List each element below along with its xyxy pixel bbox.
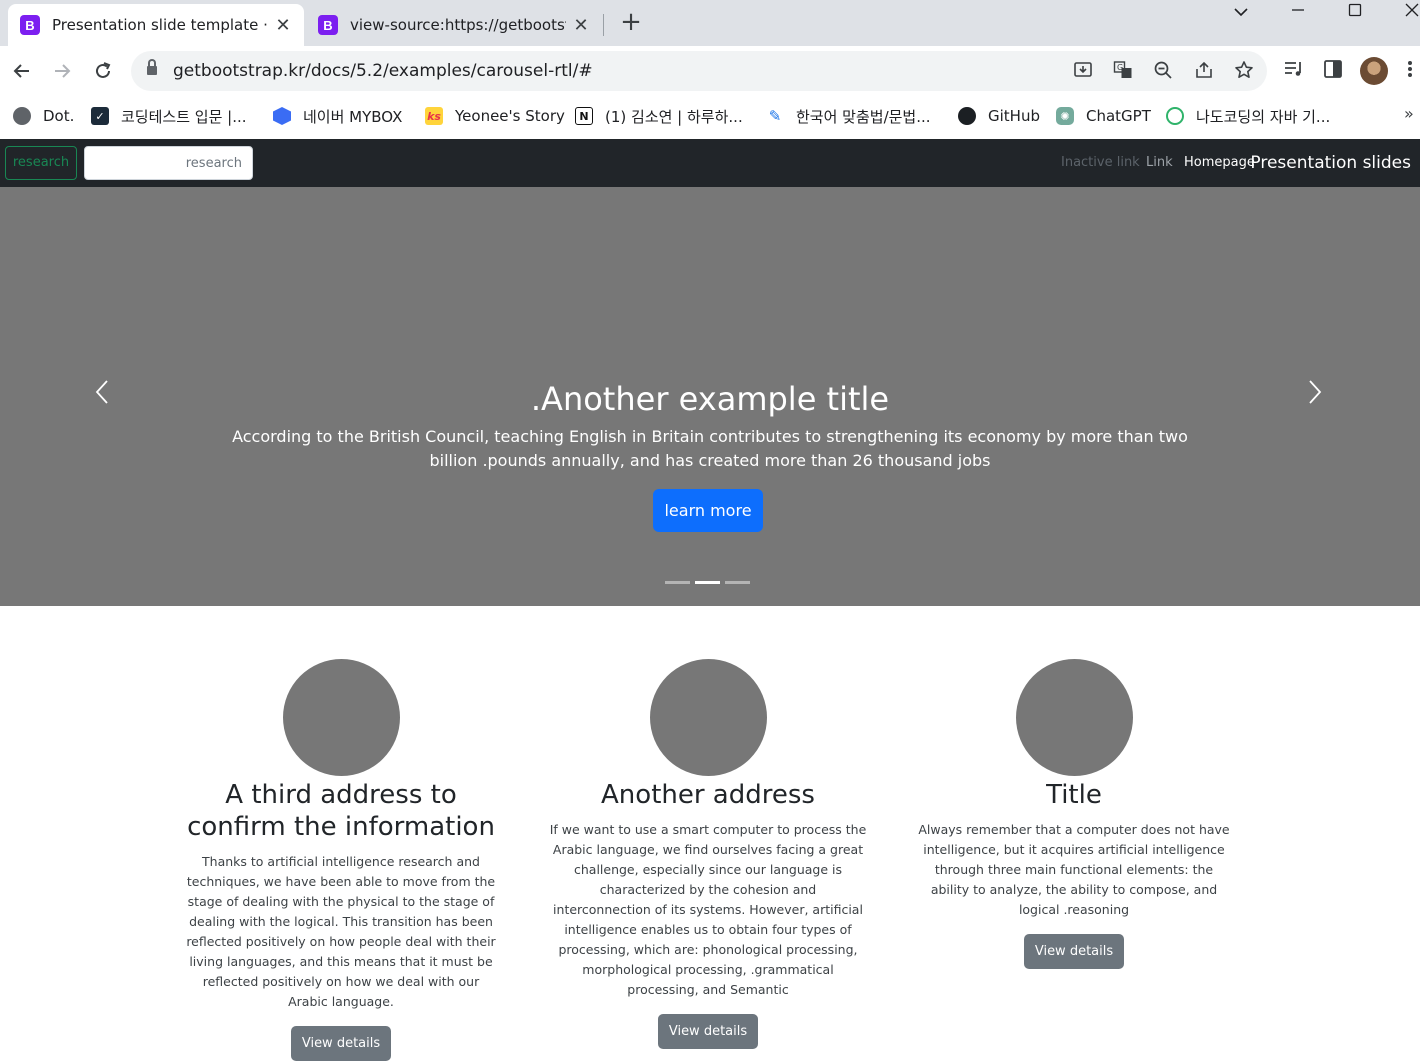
tab-search-chevron-icon[interactable] [1221, 0, 1261, 24]
feature-heading: Title [1046, 780, 1102, 810]
bookmark-notion[interactable]: N (1) 김소연 | 하루하... [575, 104, 743, 128]
feature-text: Always remember that a computer does not… [918, 822, 1230, 917]
feature-column: Another address If we want to use a smar… [543, 659, 873, 1049]
reading-list-icon[interactable] [1281, 59, 1307, 83]
tab-separator [603, 14, 604, 36]
bookmark-naver-mybox[interactable]: 네이버 MYBOX [273, 104, 402, 128]
view-details-button[interactable]: View details [657, 1014, 759, 1049]
feature-text: If we want to use a smart computer to pr… [549, 822, 867, 997]
translate-icon[interactable]: G [1111, 60, 1135, 82]
ks-icon: ks [425, 107, 443, 125]
globe-icon [13, 107, 31, 125]
nadocoding-icon [1166, 107, 1184, 125]
notion-icon: N [575, 107, 593, 125]
bookmark-dot[interactable]: Dot. [13, 104, 74, 128]
carousel-indicator-1[interactable] [665, 581, 690, 584]
tab-title: view-source:https://getbootstrap [350, 16, 566, 34]
close-tab-icon[interactable]: ✕ [274, 15, 292, 36]
minimize-icon[interactable] [1278, 0, 1318, 24]
bookmark-nadocoding[interactable]: 나도코딩의 자바 기... [1166, 104, 1330, 128]
nav-link[interactable]: Link [1146, 139, 1173, 187]
spellcheck-icon: ✎ [768, 107, 782, 125]
search-button[interactable]: research [5, 146, 77, 180]
forward-arrow-icon[interactable] [48, 57, 76, 85]
bookmark-label: 코딩테스트 입문 |... [121, 107, 247, 126]
carousel-indicator-2[interactable] [695, 581, 720, 584]
bookmark-label: 네이버 MYBOX [303, 107, 403, 126]
carousel-title: .Another example title [530, 380, 890, 418]
bookmark-label: 한국어 맞춤법/문법... [796, 107, 931, 126]
lock-icon[interactable] [147, 59, 157, 76]
feature-column: Title Always remember that a computer do… [909, 659, 1239, 969]
browser-tab-strip: B Presentation slide template · Bo ✕ B v… [0, 0, 1420, 46]
tab-title: Presentation slide template · Bo [52, 16, 268, 34]
bookmark-spell-check[interactable]: ✎ 한국어 맞춤법/문법... [766, 104, 931, 128]
bookmark-github[interactable]: GitHub [958, 104, 1040, 128]
view-details-button[interactable]: View details [1023, 934, 1125, 969]
feature-heading: A third address to confirm the informati… [187, 780, 495, 842]
chrome-menu-icon[interactable] [1400, 59, 1420, 83]
view-details-button[interactable]: View details [290, 1026, 392, 1061]
bootstrap-favicon-icon: B [318, 15, 338, 35]
bookmark-label: Yeonee's Story [455, 107, 565, 125]
back-arrow-icon[interactable] [8, 57, 36, 85]
site-navbar: research Inactive link Link Homepage Pre… [0, 139, 1420, 187]
nav-link-inactive: Inactive link [1061, 155, 1140, 170]
placeholder-circle-image [282, 659, 400, 776]
install-app-icon[interactable] [1071, 60, 1095, 82]
bookmark-yeonee-story[interactable]: ks Yeonee's Story [425, 104, 565, 128]
programmers-icon: ✓ [91, 107, 109, 125]
bookmark-label: GitHub [988, 107, 1040, 125]
feature-text: Thanks to artificial intelligence resear… [186, 854, 496, 1009]
maximize-icon[interactable] [1335, 0, 1375, 24]
nav-link-homepage[interactable]: Homepage [1184, 139, 1255, 187]
carousel-indicator-3[interactable] [725, 581, 750, 584]
github-icon [958, 107, 976, 125]
bootstrap-favicon-icon: B [20, 15, 40, 35]
zoom-out-icon[interactable] [1151, 60, 1175, 82]
bookmark-label: Dot. [43, 107, 75, 125]
bookmarks-bar: Dot. ✓ 코딩테스트 입문 |... 네이버 MYBOX ks Yeonee… [0, 96, 1420, 138]
feature-heading: Another address [601, 780, 815, 810]
learn-more-button[interactable]: learn more [653, 489, 763, 532]
url-text[interactable]: getbootstrap.kr/docs/5.2/examples/carous… [173, 51, 593, 91]
bookmark-label: 나도코딩의 자바 기... [1196, 107, 1331, 126]
tab-view-source[interactable]: B view-source:https://getbootstrap ✕ [306, 4, 602, 46]
mybox-icon [273, 107, 291, 125]
search-input[interactable] [84, 146, 253, 180]
hero-carousel: .Another example title According to the … [0, 187, 1420, 606]
side-panel-icon[interactable] [1320, 59, 1346, 83]
reload-icon[interactable] [89, 57, 117, 85]
chatgpt-icon: ✺ [1056, 107, 1074, 125]
bookmark-label: ChatGPT [1086, 107, 1151, 125]
profile-avatar[interactable] [1360, 57, 1388, 85]
close-window-icon[interactable] [1392, 0, 1420, 24]
more-bookmarks-chevron-icon[interactable]: » [1404, 104, 1414, 123]
browser-toolbar: getbootstrap.kr/docs/5.2/examples/carous… [0, 46, 1420, 96]
navbar-brand[interactable]: Presentation slides [1250, 139, 1411, 187]
share-icon[interactable] [1192, 60, 1216, 82]
close-tab-icon[interactable]: ✕ [572, 15, 590, 36]
bookmark-label: (1) 김소연 | 하루하... [605, 107, 743, 126]
svg-text:G: G [1117, 63, 1123, 72]
placeholder-circle-image [649, 659, 767, 776]
placeholder-circle-image [1015, 659, 1133, 776]
carousel-indicators [665, 581, 750, 584]
bookmark-star-icon[interactable] [1232, 60, 1256, 82]
tab-presentation-template[interactable]: B Presentation slide template · Bo ✕ [8, 4, 304, 46]
address-bar[interactable]: getbootstrap.kr/docs/5.2/examples/carous… [131, 51, 1267, 91]
feature-column: A third address to confirm the informati… [176, 659, 506, 1061]
new-tab-plus-icon[interactable]: + [618, 9, 644, 37]
carousel-caption: According to the British Council, teachi… [232, 427, 1188, 470]
bookmark-coding-test[interactable]: ✓ 코딩테스트 입문 |... [91, 104, 247, 128]
bookmark-chatgpt[interactable]: ✺ ChatGPT [1056, 104, 1151, 128]
